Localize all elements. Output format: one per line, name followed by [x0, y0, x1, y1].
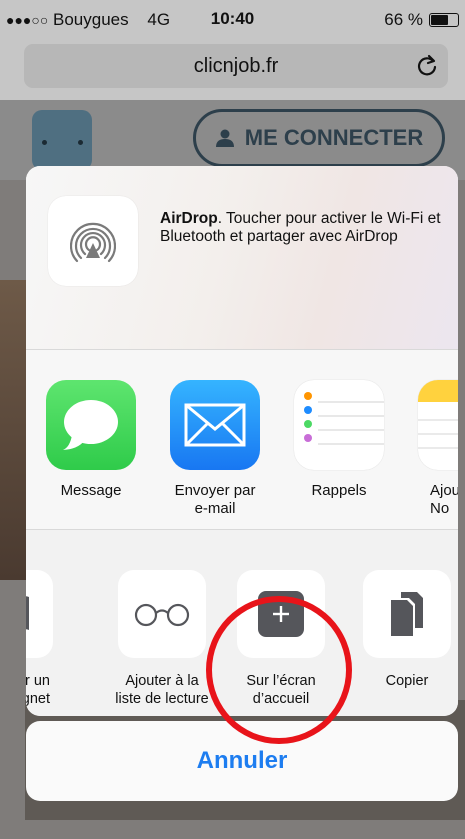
- action-add-reading-list[interactable]: Ajouter à la liste de lecture: [106, 570, 218, 708]
- share-app-mail[interactable]: Envoyer par e-mail: [160, 380, 270, 518]
- mail-icon: [170, 380, 260, 470]
- battery-percent: 66 %: [384, 10, 423, 29]
- reload-icon[interactable]: [414, 53, 440, 79]
- share-apps-row: Message Envoyer par e-mail Rappels Ajou …: [26, 350, 458, 530]
- highlight-annotation-ellipse: [206, 596, 352, 744]
- battery-icon: [429, 13, 459, 27]
- carrier-info: ●●●○○ Bouygues 4G: [6, 10, 170, 30]
- airdrop-icon[interactable]: [48, 196, 138, 286]
- address-bar[interactable]: clicnjob.fr: [24, 44, 448, 88]
- share-app-messages[interactable]: Message: [46, 380, 136, 500]
- share-app-label: Envoyer par e-mail: [174, 482, 256, 517]
- url-text: clicnjob.fr: [193, 55, 279, 77]
- browser-toolbar: clicnjob.fr: [0, 38, 465, 100]
- bookmark-icon: [26, 570, 53, 658]
- airdrop-section[interactable]: AirDrop. Toucher pour activer le Wi-Fi e…: [26, 166, 458, 350]
- user-icon: [215, 129, 234, 147]
- messages-icon: [46, 380, 136, 470]
- airdrop-description: AirDrop. Toucher pour activer le Wi-Fi e…: [160, 210, 450, 246]
- action-label: Ajouter à la liste de lecture: [115, 673, 209, 707]
- action-label: ter un gnet: [26, 673, 50, 707]
- status-bar: ●●●○○ Bouygues 4G 10:40 66 %: [0, 0, 465, 38]
- network-type: 4G: [147, 10, 171, 29]
- notes-icon: [418, 380, 458, 470]
- login-button-label: ME CONNECTER: [244, 125, 424, 150]
- login-button[interactable]: ME CONNECTER: [193, 109, 445, 167]
- action-label: Copier: [385, 673, 429, 689]
- reminders-icon: [294, 380, 384, 470]
- share-app-label: Rappels: [311, 482, 367, 499]
- copy-icon: [363, 570, 451, 658]
- airdrop-title: AirDrop: [160, 210, 218, 227]
- battery-status: 66 %: [384, 10, 459, 30]
- action-add-bookmark[interactable]: ter un gnet: [26, 570, 54, 708]
- share-app-label: Ajou No: [430, 482, 458, 517]
- status-time: 10:40: [210, 9, 255, 28]
- signal-strength-icon: ●●●○○: [6, 12, 49, 28]
- action-copy[interactable]: Copier: [362, 570, 452, 690]
- site-logo: [32, 110, 92, 170]
- share-app-reminders[interactable]: Rappels: [294, 380, 384, 500]
- share-app-notes[interactable]: Ajou No: [418, 380, 458, 518]
- carrier-name: Bouygues: [53, 10, 129, 29]
- share-app-label: Message: [60, 482, 122, 499]
- reading-list-icon: [118, 570, 206, 658]
